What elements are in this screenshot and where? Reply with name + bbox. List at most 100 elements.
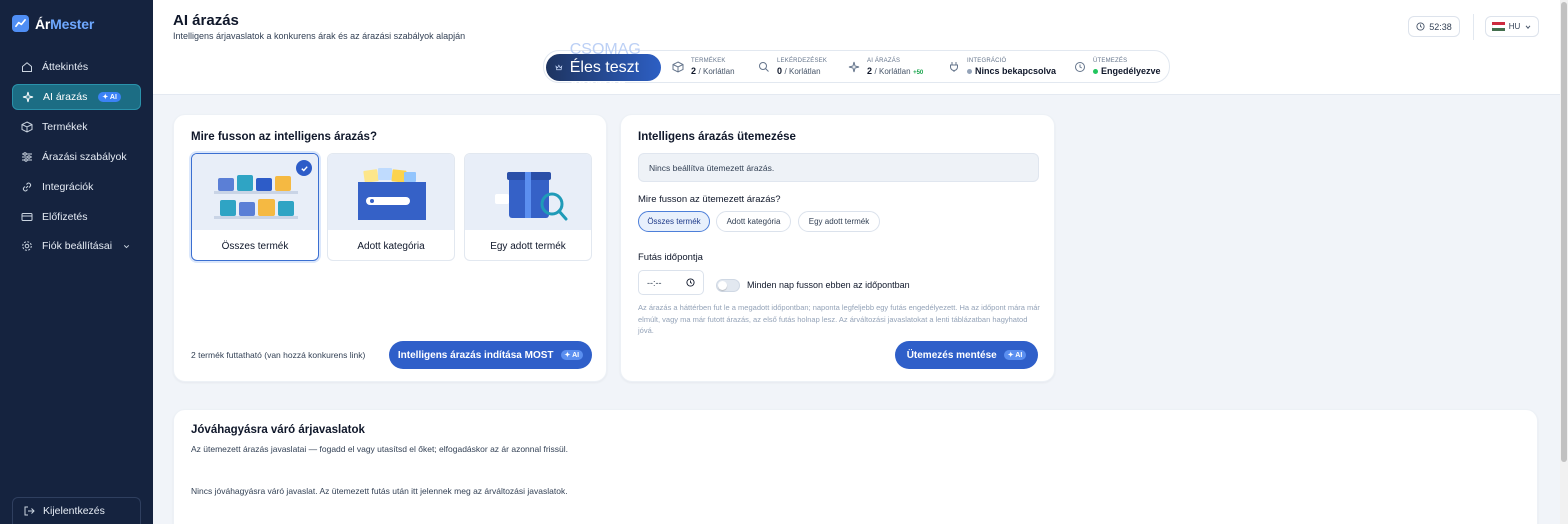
ai-badge: ✦ AI (1003, 350, 1027, 360)
sidebar-item-ai-pricing[interactable]: AI árazás ✦ AI (12, 84, 141, 110)
sidebar-item-label: Árazási szabályok (42, 151, 127, 163)
run-pricing-card: Mire fusson az intelligens árazás? Össze… (173, 114, 607, 382)
sidebar-item-overview[interactable]: Áttekintés (12, 54, 141, 80)
logout-label: Kijelentkezés (43, 505, 105, 517)
option-label: Összes termék (221, 240, 289, 252)
stat-value: 2 (691, 65, 697, 76)
hungary-flag-icon (1491, 22, 1505, 31)
page-subtitle: Intelligens árjavaslatok a konkurens ára… (173, 31, 466, 41)
stat-limit: / Korlátlan (698, 66, 735, 76)
option-label: Adott kategória (357, 240, 425, 252)
card-title: Mire fusson az intelligens árazás? (191, 131, 377, 143)
time-label: Futás időpontja (638, 252, 703, 263)
ai-badge: ✦ AI (98, 92, 121, 102)
schedule-card: Intelligens árazás ütemezése Nincs beáll… (620, 114, 1055, 382)
stat-limit: / Korlátlan (784, 66, 821, 76)
chevron-down-icon (123, 244, 130, 248)
stat-value: 0 (777, 65, 783, 76)
sidebar-item-label: Termékek (42, 121, 88, 133)
language-code: HU (1508, 22, 1521, 31)
time-input[interactable]: --:-- (638, 270, 704, 295)
schedule-status-info: Nincs beállítva ütemezett árazás. (638, 153, 1039, 182)
daily-run-label: Minden nap fusson ebben az időpontban (747, 280, 910, 290)
stat-extra: +50 (913, 69, 924, 76)
box-icon (672, 60, 684, 73)
button-label: Ütemezés mentése (906, 349, 997, 361)
scope-label: Mire fusson az ütemezett árazás? (638, 194, 781, 205)
pending-approvals-card: Jóváhagyásra váró árjavaslatok Az ütemez… (173, 409, 1538, 524)
page-header: AI árazás Intelligens árjavaslatok a kon… (153, 0, 1560, 95)
stat-label: LEKÉRDEZÉSEK (777, 57, 828, 64)
stat-products: TERMÉKEK 2 / Korlátlan (672, 51, 735, 82)
clock-icon (1416, 22, 1425, 31)
sidebar-item-label: Előfizetés (42, 211, 88, 223)
search-product-illustration (465, 154, 591, 230)
sidebar-item-label: Áttekintés (42, 61, 89, 73)
chip-all-products[interactable]: Összes termék (638, 211, 710, 232)
divider (1473, 14, 1474, 40)
shelves-illustration (192, 154, 318, 230)
time-value: --:-- (647, 277, 662, 288)
scrollbar-thumb[interactable] (1561, 2, 1567, 462)
box-icon (21, 121, 33, 133)
stat-value: Nincs bekapcsolva (975, 65, 1057, 76)
sparkle-icon (848, 61, 860, 72)
stat-value: Engedélyezve (1101, 65, 1161, 76)
usage-stats-bar: CSOMAG Éles teszt csomag TERMÉKEK 2 / Ko… (543, 41, 1170, 94)
sliders-icon (22, 152, 32, 162)
logout-button[interactable]: Kijelentkezés (12, 497, 141, 524)
option-label: Egy adott termék (490, 240, 566, 252)
stat-ai-pricing: AI ÁRAZÁS 2 / Korlátlan +50 (848, 51, 923, 82)
sidebar-item-integrations[interactable]: Integrációk (12, 174, 141, 200)
chip-category[interactable]: Adott kategória (716, 211, 791, 232)
schedule-help-text: Az árazás a háttérben fut le a megadott … (638, 303, 1040, 335)
page-scrollbar[interactable] (1560, 0, 1568, 524)
option-category[interactable]: Adott kategória (327, 153, 455, 261)
stat-label: ÜTEMEZÉS (1093, 57, 1128, 64)
daily-run-toggle[interactable] (716, 279, 740, 292)
sidebar-item-pricing-rules[interactable]: Árazási szabályok (12, 144, 141, 170)
runnable-count-note: 2 termék futtatható (van hozzá konkurens… (191, 350, 366, 360)
card-title: Jóváhagyásra váró árjavaslatok (191, 424, 365, 436)
crown-icon (555, 64, 563, 71)
link-icon (22, 182, 32, 192)
option-single-product[interactable]: Egy adott termék (464, 153, 592, 261)
sidebar-item-label: Integrációk (42, 181, 94, 193)
page-title: AI árazás (173, 12, 239, 29)
plug-icon (950, 61, 958, 72)
run-pricing-now-button[interactable]: Intelligens árazás indítása MOST ✦ AI (389, 341, 592, 369)
stat-label: TERMÉKEK (691, 57, 726, 64)
stat-value: 2 (867, 65, 873, 76)
stat-integration: INTEGRÁCIÓ Nincs bekapcsolva (948, 51, 1056, 82)
stat-label: AI ÁRAZÁS (867, 57, 901, 64)
empty-state-text: Nincs jóváhagyásra váró javaslat. Az üte… (191, 486, 568, 496)
option-all-products[interactable]: Összes termék (191, 153, 319, 261)
stat-schedule: ÜTEMEZÉS Engedélyezve (1074, 51, 1161, 82)
timer-value: 52:38 (1429, 21, 1452, 32)
sidebar: ÁrMester Áttekintés AI árazás ✦ AI Termé… (0, 0, 153, 524)
stat-label: INTEGRÁCIÓ (967, 57, 1007, 64)
gear-icon (22, 241, 32, 251)
status-dot (967, 68, 972, 74)
card-subtitle: Az ütemezett árazás javaslatai — fogadd … (191, 444, 569, 454)
credit-card-icon (21, 213, 33, 221)
sidebar-item-products[interactable]: Termékek (12, 114, 141, 140)
chip-single-product[interactable]: Egy adott termék (798, 211, 880, 232)
logout-icon (24, 506, 35, 516)
card-title: Intelligens árazás ütemezése (638, 131, 796, 143)
language-selector[interactable]: HU (1485, 16, 1539, 37)
save-schedule-button[interactable]: Ütemezés mentése ✦ AI (895, 341, 1038, 369)
sidebar-item-subscription[interactable]: Előfizetés (12, 204, 141, 230)
package-pill[interactable]: CSOMAG Éles teszt csomag (546, 41, 661, 94)
folder-illustration (328, 154, 454, 230)
clock-icon (1075, 61, 1085, 72)
sidebar-item-account-settings[interactable]: Fiók beállításai (12, 233, 141, 259)
search-icon (759, 61, 769, 72)
home-icon (22, 62, 32, 72)
stat-queries: LEKÉRDEZÉSEK 0 / Korlátlan (758, 51, 827, 82)
trend-chart-icon (12, 15, 29, 32)
brand-logo[interactable]: ÁrMester (12, 15, 94, 32)
status-dot (1093, 68, 1098, 74)
chevron-down-icon (1525, 24, 1531, 29)
sparkle-icon (22, 91, 34, 103)
